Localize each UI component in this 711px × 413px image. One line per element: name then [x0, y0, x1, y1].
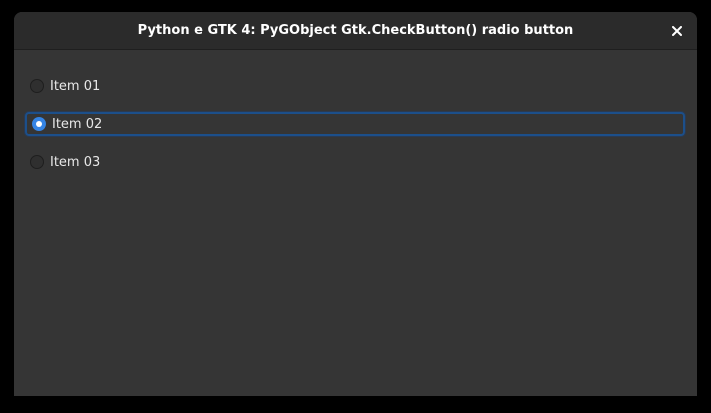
window-title: Python e GTK 4: PyGObject Gtk.CheckButto… — [137, 23, 574, 38]
radio-label-item-01: Item 01 — [50, 78, 101, 94]
radio-label-item-02: Item 02 — [52, 116, 103, 132]
close-button[interactable] — [667, 21, 687, 41]
radio-label-item-03: Item 03 — [50, 154, 101, 170]
titlebar[interactable]: Python e GTK 4: PyGObject Gtk.CheckButto… — [14, 12, 697, 50]
radio-button-item-01[interactable] — [30, 79, 44, 93]
radio-button-item-03[interactable] — [30, 155, 44, 169]
close-icon — [672, 26, 682, 36]
app-window: Python e GTK 4: PyGObject Gtk.CheckButto… — [14, 12, 697, 396]
radio-button-item-02[interactable] — [32, 117, 46, 131]
radio-item-03[interactable]: Item 03 — [25, 151, 685, 173]
radio-item-01[interactable]: Item 01 — [25, 75, 685, 97]
radio-item-02[interactable]: Item 02 — [25, 112, 685, 136]
